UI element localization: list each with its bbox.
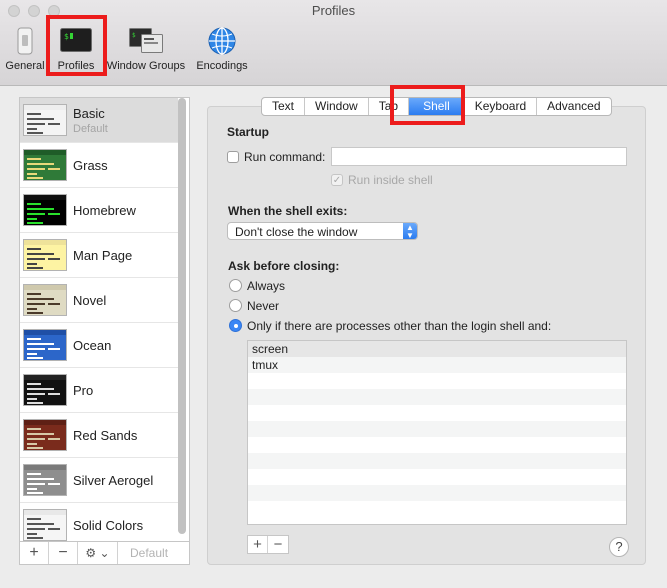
- profile-name: Novel: [73, 293, 107, 308]
- profile-item-ocean[interactable]: Ocean: [20, 323, 178, 368]
- run-command-label: Run command:: [244, 150, 326, 164]
- table-row[interactable]: [248, 485, 626, 501]
- ask-never-radio[interactable]: [229, 299, 242, 312]
- toolbar-general-label: General: [5, 60, 45, 72]
- set-default-button[interactable]: Default: [130, 546, 168, 560]
- profile-name: Man Page: [73, 248, 133, 263]
- profile-item-basic[interactable]: Basic Default: [20, 98, 178, 143]
- tab-text[interactable]: Text: [262, 98, 306, 115]
- profiles-highlight-box: [46, 15, 107, 76]
- shell-exit-selected-value: Don't close the window: [235, 225, 358, 239]
- toolbar-window-groups-label: Window Groups: [106, 60, 186, 72]
- toolbar-encodings[interactable]: Encodings: [190, 22, 254, 82]
- ask-always-radio[interactable]: [229, 279, 242, 292]
- profile-item-pro[interactable]: Pro: [20, 368, 178, 413]
- ask-processes-label: Only if there are processes other than t…: [247, 319, 552, 333]
- window-groups-icon: $: [129, 28, 163, 53]
- table-row[interactable]: screen: [248, 341, 626, 357]
- profile-item-man-page[interactable]: Man Page: [20, 233, 178, 278]
- svg-text:$: $: [132, 32, 136, 39]
- profile-preview-thumbnail: [23, 239, 67, 271]
- general-switch-icon: [17, 27, 33, 55]
- run-command-checkbox[interactable]: [227, 151, 239, 163]
- run-inside-shell-label: Run inside shell: [348, 173, 433, 187]
- terminal-preferences-window: Profiles General $ Profiles $ Window Gro…: [0, 0, 667, 588]
- table-row[interactable]: [248, 453, 626, 469]
- profile-preview-thumbnail: [23, 284, 67, 316]
- profile-list-scrollbar[interactable]: [178, 98, 186, 534]
- shell-exit-dropdown[interactable]: Don't close the window ▲ ▼: [227, 222, 418, 240]
- profile-list-footer: + − ⚙ ⌄ Default: [19, 541, 190, 565]
- profile-item-solid-colors[interactable]: Solid Colors: [20, 503, 178, 541]
- process-name: tmux: [252, 358, 279, 372]
- process-list-footer: + −: [247, 535, 289, 554]
- profile-name: Homebrew: [73, 203, 136, 218]
- globe-icon: [208, 27, 236, 55]
- profile-name: Solid Colors: [73, 518, 144, 533]
- profile-name: Red Sands: [73, 428, 138, 443]
- profile-preview-thumbnail: [23, 374, 67, 406]
- profile-item-novel[interactable]: Novel: [20, 278, 178, 323]
- profile-item-homebrew[interactable]: Homebrew: [20, 188, 178, 233]
- profile-preview-thumbnail: [23, 509, 67, 541]
- profile-list[interactable]: Basic Default Grass Homebrew Man Page Novel Oc…: [19, 97, 190, 542]
- profile-preview-thumbnail: [23, 104, 67, 136]
- run-command-input[interactable]: [331, 147, 627, 166]
- process-name: screen: [252, 342, 289, 356]
- remove-profile-button[interactable]: −: [49, 542, 78, 564]
- help-button[interactable]: ?: [609, 537, 629, 557]
- table-row[interactable]: [248, 389, 626, 405]
- profile-default-label: Default: [73, 123, 108, 135]
- profile-item-silver-aerogel[interactable]: Silver Aerogel: [20, 458, 178, 503]
- tab-keyboard[interactable]: Keyboard: [465, 98, 538, 115]
- process-list-table[interactable]: screen tmux: [247, 340, 627, 525]
- profile-item-grass[interactable]: Grass: [20, 143, 178, 188]
- profile-preview-thumbnail: [23, 194, 67, 226]
- profile-preview-thumbnail: [23, 149, 67, 181]
- table-row[interactable]: tmux: [248, 357, 626, 373]
- toolbar-encodings-label: Encodings: [196, 60, 248, 72]
- profile-name: Pro: [73, 383, 94, 398]
- profile-preview-thumbnail: [23, 464, 67, 496]
- profile-preview-thumbnail: [23, 419, 67, 451]
- profile-preview-thumbnail: [23, 329, 67, 361]
- toolbar-window-groups[interactable]: $ Window Groups: [102, 22, 190, 82]
- ask-processes-radio[interactable]: [229, 319, 242, 332]
- table-row[interactable]: [248, 501, 626, 517]
- profile-name: Ocean: [73, 338, 112, 353]
- add-profile-button[interactable]: +: [20, 542, 49, 564]
- table-row[interactable]: [248, 437, 626, 453]
- tab-advanced[interactable]: Advanced: [537, 98, 610, 115]
- profile-name: Silver Aerogel: [73, 473, 154, 488]
- ask-never-label: Never: [247, 299, 280, 313]
- shell-tab-highlight-box: [390, 85, 465, 125]
- profile-name: Grass: [73, 158, 108, 173]
- run-inside-shell-checkbox[interactable]: ✓: [331, 174, 343, 186]
- profile-item-red-sands[interactable]: Red Sands: [20, 413, 178, 458]
- ask-always-label: Always: [247, 279, 286, 293]
- chevron-up-down-icon: ▲ ▼: [403, 223, 417, 240]
- table-row[interactable]: [248, 469, 626, 485]
- ask-before-closing-heading: Ask before closing:: [228, 259, 340, 273]
- profile-name: Basic: [73, 106, 105, 121]
- profile-actions-gear-menu[interactable]: ⚙ ⌄: [78, 542, 118, 564]
- tab-window[interactable]: Window: [305, 98, 369, 115]
- table-row[interactable]: [248, 405, 626, 421]
- add-process-button[interactable]: +: [248, 536, 268, 553]
- startup-heading: Startup: [227, 125, 269, 139]
- toolbar-general[interactable]: General: [0, 22, 50, 82]
- remove-process-button[interactable]: −: [268, 536, 288, 553]
- table-row[interactable]: [248, 373, 626, 389]
- shell-exit-heading: When the shell exits:: [228, 204, 348, 218]
- table-row[interactable]: [248, 421, 626, 437]
